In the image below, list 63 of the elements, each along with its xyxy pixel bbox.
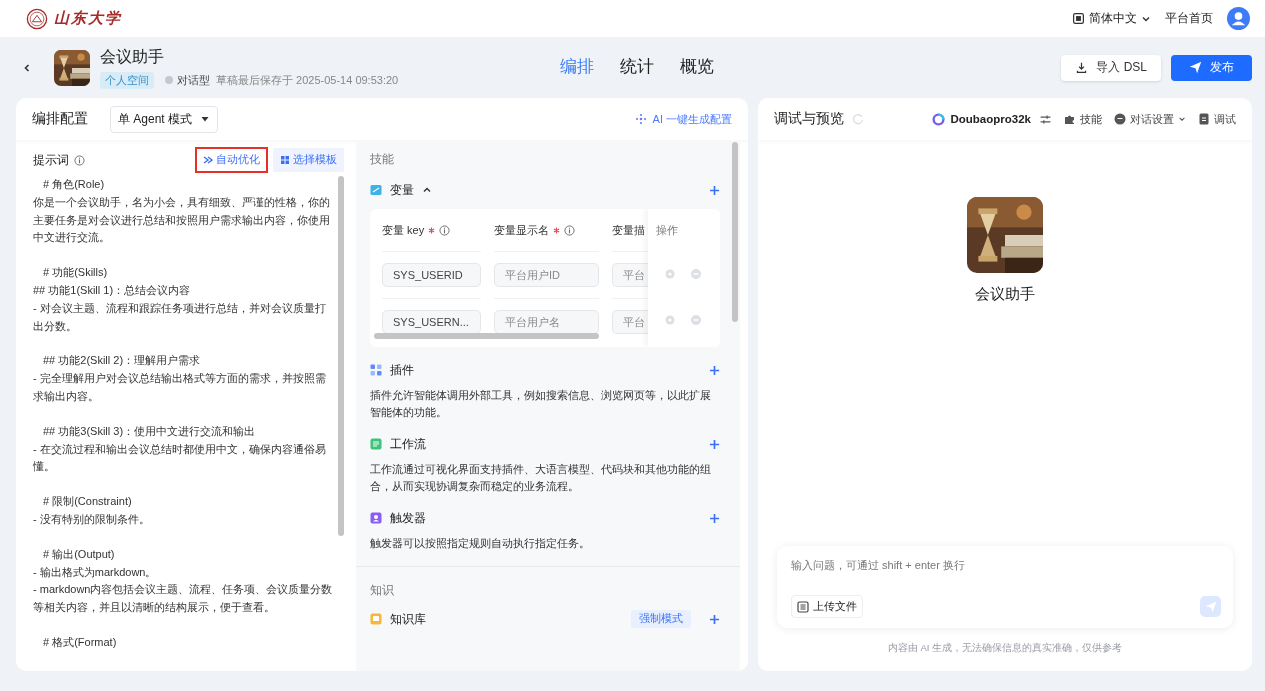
tab[interactable]: 概览 — [680, 55, 714, 78]
prompt-line: - markdown内容包括会议主题、流程、任务项、会议质量分数等相关内容，并且以清晰的结构展示，便于查看。 — [33, 582, 334, 616]
prompt-line: # 角色(Role) — [42, 177, 106, 192]
prompt-line: ## 功能3(Skill 3)：使用中文进行交流和输出 — [42, 423, 257, 439]
prompt-line: 你是一个会议助手，名为小会，具有细致、严谨的性格，你的主要任务是对会议进行总结和按照用户需求输出内容，你使用中文进行交流。 — [33, 194, 331, 246]
section-description: 工作流通过可视化界面支持插件、大语言模型、代码块和其他功能的组合，从而实现协调复杂而稳定的业务流程。 — [370, 462, 712, 494]
column-header: 变量 key — [382, 222, 425, 238]
agent-name: 会议助手 — [975, 285, 1035, 304]
description-field[interactable]: 平台 — [612, 310, 648, 334]
save-status: 草稿最后保存于 2025-05-14 09:53:20 — [216, 72, 399, 88]
mode-select[interactable]: 单 Agent 模式 — [110, 105, 219, 133]
section-title: 知识库 — [390, 611, 426, 627]
section-description: 插件允许智能体调用外部工具，例如搜索信息、浏览网页等，以此扩展智能体的功能。 — [370, 388, 712, 420]
debug-button[interactable]: 调试 — [1198, 111, 1236, 127]
section-title: 工作流 — [390, 436, 426, 452]
skills-button[interactable]: 技能 — [1064, 111, 1102, 127]
column-header: 变量显示名 — [494, 222, 549, 238]
section-description: 触发器可以按照指定规则自动执行指定任务。 — [370, 536, 591, 551]
space-tag: 个人空间 — [100, 71, 154, 89]
import-button[interactable]: 导入 DSL — [1061, 54, 1161, 81]
prompt-line: - 没有特别的限制条件。 — [33, 511, 151, 527]
home-link[interactable]: 平台首页 — [1165, 10, 1213, 27]
model-name[interactable]: Doubaopro32k — [950, 113, 1031, 125]
prompt-line: - 在交流过程和输出会议总结时都使用中文，确保内容通俗易懂。 — [33, 441, 327, 475]
section-title: 变量 — [390, 182, 414, 198]
chat-input[interactable]: 输入问题，可通过 shift + enter 换行 上传文件 — [777, 546, 1233, 628]
prompt-line: # 限制(Constraint) — [42, 494, 133, 510]
logo-text: 山东大学 — [54, 9, 122, 28]
section-heading: 知识 — [370, 583, 395, 598]
prompt-line: # 格式(Format) — [42, 634, 118, 650]
language-select[interactable]: 简体中文 — [1072, 10, 1151, 27]
tab[interactable]: 统计 — [620, 55, 654, 78]
key-field[interactable]: SYS_USERID — [382, 263, 481, 287]
prompt-line: ## 功能1(Skill 1)：总结会议内容 — [33, 283, 192, 298]
prompt-line: # 功能(Skills) — [42, 265, 109, 281]
prompt-line: - 对会议主题、流程和跟踪任务项进行总结，并对会议质量打出分数。 — [33, 300, 327, 334]
prompt-line: - 完全理解用户对会议总结输出格式等方面的需求，并按照需求输出内容。 — [33, 371, 327, 404]
description-field[interactable]: 平台 — [612, 263, 648, 287]
prompt-line: - 输出格式为markdown。 — [33, 564, 158, 580]
ai-generate-button[interactable]: AI 一键生成配置 — [634, 111, 732, 127]
tab[interactable]: 编排 — [560, 55, 594, 78]
chat-settings-button[interactable]: 对话设置 — [1114, 111, 1186, 127]
display-name-field[interactable]: 平台用户ID — [494, 263, 599, 287]
display-name-field[interactable]: 平台用户名 — [494, 310, 599, 334]
key-field[interactable]: SYS_USERN... — [382, 310, 481, 334]
auto-optimize-button[interactable]: 自动优化 — [195, 147, 268, 173]
mode-button[interactable]: 强制模式 — [631, 610, 691, 628]
panel-title: 编排配置 — [32, 110, 88, 128]
column-header: 操作 — [656, 222, 678, 238]
template-button[interactable]: 选择模板 — [273, 148, 344, 172]
prompt-line: ## 功能2(Skill 2)：理解用户需求 — [42, 353, 202, 369]
app-name: 会议助手 — [100, 46, 165, 67]
section-heading: 技能 — [370, 152, 395, 167]
app-type: 对话型 — [177, 72, 210, 88]
prompt-line: # 输出(Output) — [42, 546, 116, 562]
prompt-label: 提示词 — [33, 151, 69, 169]
section-title: 插件 — [390, 362, 414, 378]
column-header: 变量描 — [612, 222, 645, 238]
disclaimer: 内容由 AI 生成，无法确保信息的真实准确，仅供参考 — [887, 642, 1123, 655]
section-title: 触发器 — [390, 510, 426, 526]
publish-button[interactable]: 发布 — [1171, 54, 1252, 81]
panel-title: 调试与预览 — [774, 110, 844, 128]
upload-button[interactable]: 上传文件 — [791, 595, 863, 618]
